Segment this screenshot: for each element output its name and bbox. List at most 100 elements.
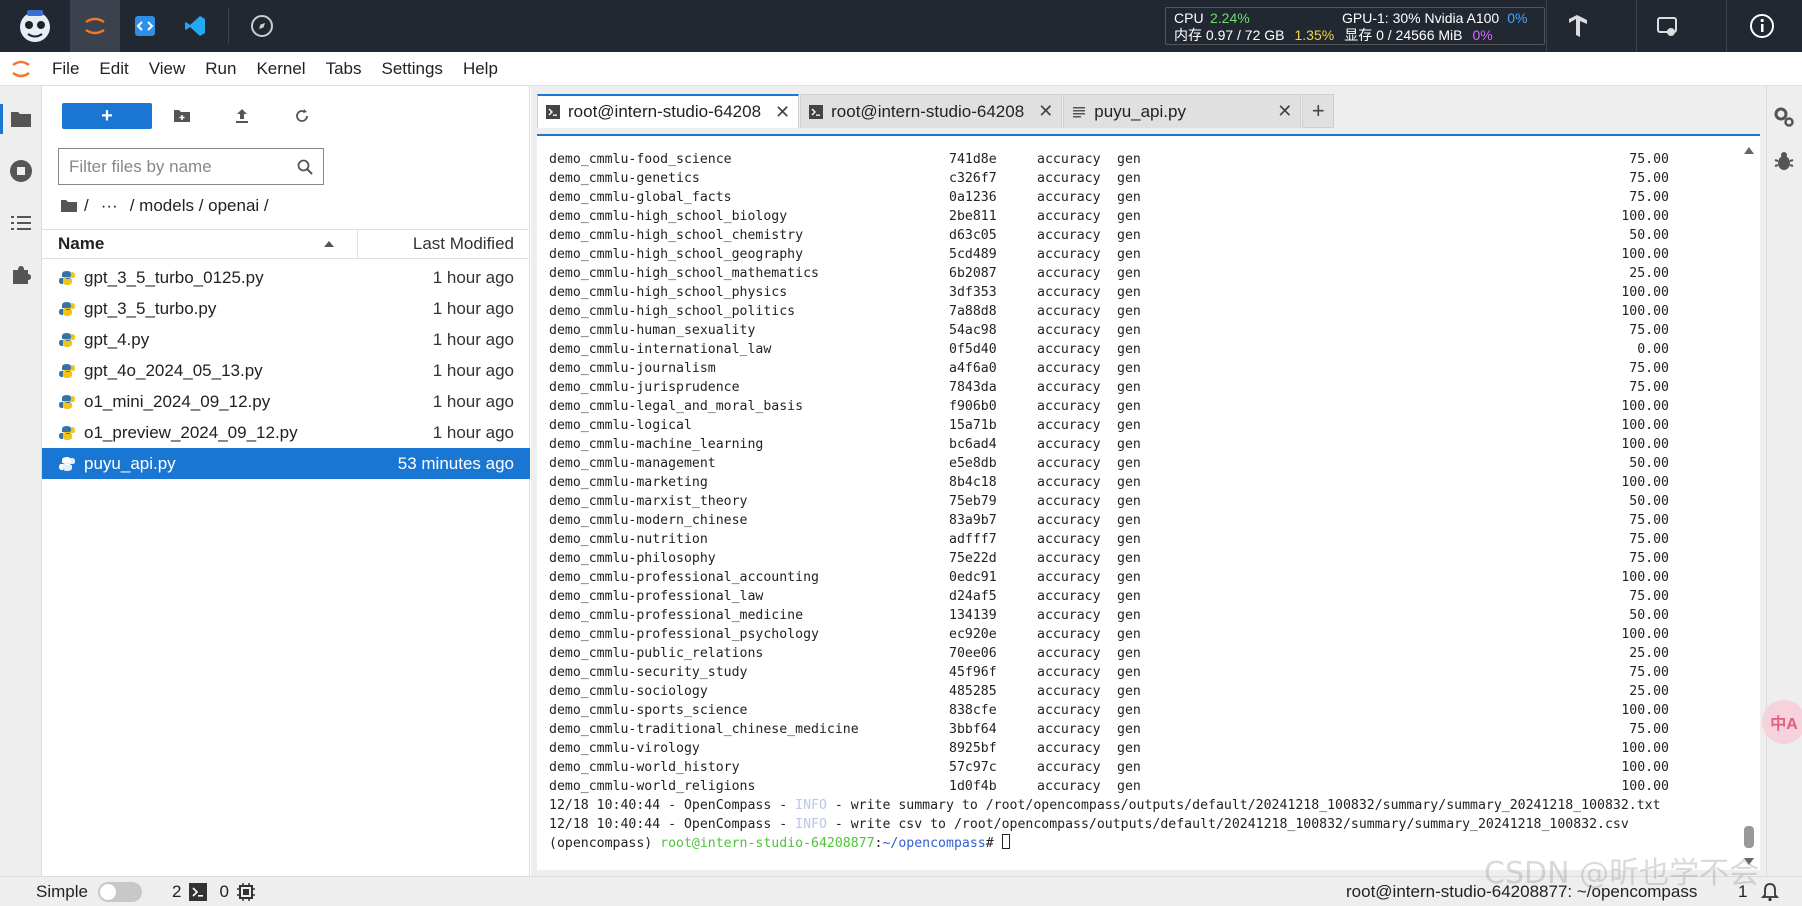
terminal-scrollbar[interactable]	[1744, 146, 1754, 866]
notification-bell-icon[interactable]	[1760, 882, 1780, 902]
terminal-cell-score: 75.00	[1629, 665, 1669, 680]
terminal-result-row: demo_cmmlu-professional_law d24af5 accurac…	[549, 587, 1669, 606]
terminal-cell-dataset: demo_cmmlu-human_sexuality	[549, 323, 756, 338]
jupyter-app-icon[interactable]	[70, 0, 120, 52]
terminal-cell-score: 100.00	[1621, 285, 1669, 300]
terminal-result-row: demo_cmmlu-modern_chinese 83a9b7 accuracy g…	[549, 511, 1669, 530]
terminal-result-row: demo_cmmlu-journalism a4f6a0 accuracy gen 75…	[549, 359, 1669, 378]
file-row[interactable]: gpt_3_5_turbo.py 1 hour ago	[42, 293, 530, 324]
terminal-cell-mode: gen	[1117, 380, 1141, 395]
menu-help[interactable]: Help	[453, 59, 508, 79]
code-server-app-icon[interactable]	[120, 0, 170, 52]
debugger-bug-icon[interactable]	[1771, 148, 1797, 174]
terminal-cell-metric: accuracy	[1037, 190, 1101, 205]
breadcrumb-path[interactable]: / models / openai /	[130, 196, 269, 216]
terminal-cell-score: 75.00	[1629, 589, 1669, 604]
kernel-count[interactable]: 0	[219, 882, 228, 902]
file-name: o1_preview_2024_09_12.py	[84, 422, 298, 442]
tab-terminal-2[interactable]: root@intern-studio-64208 ✕	[800, 94, 1063, 128]
terminal-cell-version: 75eb79	[949, 494, 997, 509]
menu-tabs[interactable]: Tabs	[316, 59, 372, 79]
file-row[interactable]: gpt_3_5_turbo_0125.py 1 hour ago	[42, 262, 530, 293]
running-sessions-icon[interactable]	[8, 158, 34, 184]
menu-settings[interactable]: Settings	[372, 59, 453, 79]
breadcrumb-root[interactable]: /	[84, 196, 89, 216]
file-filter-input[interactable]: Filter files by name	[58, 148, 324, 185]
vscode-app-icon[interactable]	[170, 0, 220, 52]
menu-kernel[interactable]: Kernel	[246, 59, 315, 79]
terminal-cell-score: 75.00	[1629, 323, 1669, 338]
file-row[interactable]: gpt_4o_2024_05_13.py 1 hour ago	[42, 355, 530, 386]
cpu-value: 2.24%	[1210, 10, 1250, 26]
terminal-cell-dataset: demo_cmmlu-professional_psychology	[549, 627, 819, 642]
terminal-cell-mode: gen	[1117, 627, 1141, 642]
terminal-result-row: demo_cmmlu-jurisprudence 7843da accuracy ge…	[549, 378, 1669, 397]
terminal-cell-score: 50.00	[1629, 608, 1669, 623]
terminal-cell-score: 100.00	[1621, 741, 1669, 756]
terminal-cell-score: 100.00	[1621, 475, 1669, 490]
menu-view[interactable]: View	[139, 59, 196, 79]
file-row-selected[interactable]: puyu_api.py 53 minutes ago	[42, 448, 530, 479]
close-tab-icon[interactable]: ✕	[1277, 101, 1292, 122]
log-prefix: 12/18 10:40:44 - OpenCompass -	[549, 798, 796, 813]
prompt-separator: :	[874, 836, 883, 851]
breadcrumb-ellipsis[interactable]: ···	[101, 196, 118, 216]
terminal-cell-mode: gen	[1117, 779, 1141, 794]
terminal-result-row: demo_cmmlu-machine_learning bc6ad4 accurac…	[549, 435, 1669, 454]
terminal-cell-version: a4f6a0	[949, 361, 997, 376]
column-name-header[interactable]: Name	[42, 229, 358, 259]
gpu-value: 0%	[1507, 10, 1528, 26]
prompt-symbol: #	[985, 836, 1002, 851]
file-row[interactable]: o1_preview_2024_09_12.py 1 hour ago	[42, 417, 530, 448]
tensorflow-icon[interactable]	[1546, 0, 1606, 52]
file-row[interactable]: gpt_4.py 1 hour ago	[42, 324, 530, 355]
tab-puyu-api[interactable]: puyu_api.py ✕	[1063, 94, 1302, 128]
compass-icon[interactable]	[237, 0, 287, 52]
close-tab-icon[interactable]: ✕	[1038, 101, 1053, 122]
terminal-result-row: demo_cmmlu-high_school_mathematics 6b2087…	[549, 264, 1669, 283]
scrollbar-thumb[interactable]	[1744, 826, 1754, 848]
menu-run[interactable]: Run	[195, 59, 246, 79]
file-name: gpt_3_5_turbo_0125.py	[84, 267, 264, 287]
terminal-cell-score: 75.00	[1629, 152, 1669, 167]
terminal-result-row: demo_cmmlu-marketing 8b4c18 accuracy gen 100…	[549, 473, 1669, 492]
extensions-puzzle-icon[interactable]	[8, 262, 34, 288]
refresh-icon[interactable]	[272, 103, 332, 129]
terminal-cell-mode: gen	[1117, 228, 1141, 243]
new-folder-icon[interactable]	[152, 103, 212, 129]
vram-value: 0%	[1472, 27, 1493, 43]
column-modified-header[interactable]: Last Modified	[358, 234, 530, 254]
scroll-up-icon[interactable]	[1744, 146, 1754, 154]
menu-edit[interactable]: Edit	[89, 59, 138, 79]
upload-icon[interactable]	[212, 103, 272, 129]
table-of-contents-icon[interactable]	[8, 210, 34, 236]
terminal-count[interactable]: 2	[172, 882, 181, 902]
property-inspector-gears-icon[interactable]	[1771, 104, 1797, 130]
terminal-cell-mode: gen	[1117, 551, 1141, 566]
folder-icon[interactable]	[8, 106, 34, 132]
terminal-cell-metric: accuracy	[1037, 323, 1101, 338]
terminal-cell-dataset: demo_cmmlu-genetics	[549, 171, 700, 186]
image-monitor-icon[interactable]	[1636, 0, 1696, 52]
tab-bar: root@intern-studio-64208 ✕ root@intern-s…	[537, 94, 1335, 128]
simple-mode-toggle[interactable]	[97, 881, 142, 902]
terminal-cell-score: 25.00	[1629, 646, 1669, 661]
info-icon[interactable]	[1726, 0, 1796, 52]
translate-icon[interactable]: 中A	[1762, 700, 1802, 744]
close-tab-icon[interactable]: ✕	[775, 102, 790, 123]
tab-terminal-1[interactable]: root@intern-studio-64208 ✕	[537, 94, 800, 128]
menu-file[interactable]: File	[42, 59, 89, 79]
filter-placeholder: Filter files by name	[69, 156, 212, 176]
terminal-cell-mode: gen	[1117, 665, 1141, 680]
add-tab-button[interactable]: +	[1302, 94, 1335, 128]
terminal-result-row: demo_cmmlu-high_school_politics 7a88d8 acc…	[549, 302, 1669, 321]
terminal-cell-dataset: demo_cmmlu-sociology	[549, 684, 708, 699]
intern-studio-logo-icon[interactable]	[0, 0, 70, 52]
home-folder-icon[interactable]	[60, 199, 78, 213]
terminal-panel[interactable]: demo_cmmlu-food_science 741d8e accuracy gen…	[537, 134, 1760, 870]
terminal-cell-metric: accuracy	[1037, 475, 1101, 490]
terminal-cell-version: 0f5d40	[949, 342, 997, 357]
file-row[interactable]: o1_mini_2024_09_12.py 1 hour ago	[42, 386, 530, 417]
new-launcher-button[interactable]: +	[62, 103, 152, 129]
file-list: gpt_3_5_turbo_0125.py 1 hour ago gpt_3_5…	[42, 262, 530, 479]
